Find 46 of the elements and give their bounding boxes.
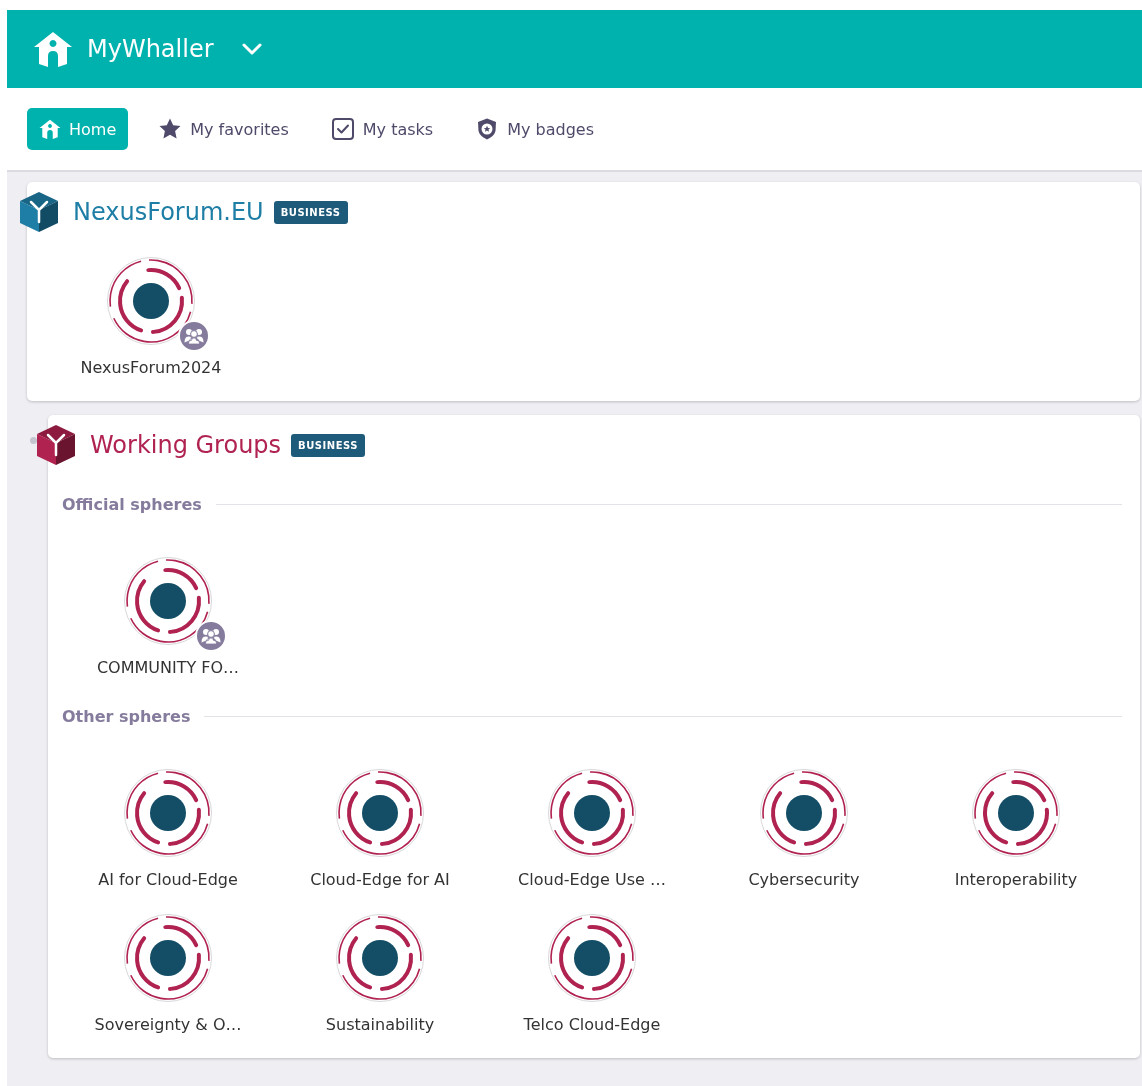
house-icon: [39, 119, 61, 139]
checkbox-icon: [330, 117, 355, 141]
sphere-logo-icon: [971, 768, 1061, 858]
sphere-logo-icon: [335, 768, 425, 858]
sphere-logo-icon: [547, 913, 637, 1003]
sphere-logo-icon: [123, 913, 213, 1003]
sphere-logo-icon: [759, 768, 849, 858]
sphere-name: Interoperability: [954, 870, 1078, 889]
sphere-item[interactable]: AI for Cloud-Edge: [62, 768, 274, 889]
star-icon: [158, 117, 183, 141]
organization-name[interactable]: NexusForum.EU: [73, 198, 264, 226]
section-title: Official spheres: [62, 495, 202, 514]
organization-name[interactable]: Working Groups: [90, 431, 282, 459]
business-tag: BUSINESS: [273, 200, 348, 224]
sphere-item[interactable]: COMMUNITY FO…: [62, 556, 274, 677]
sphere-name: Cybersecurity: [748, 870, 860, 889]
sphere-item[interactable]: NexusForum2024: [45, 256, 257, 377]
sphere-item[interactable]: Cybersecurity: [698, 768, 910, 889]
sphere-name: Sustainability: [325, 1015, 435, 1034]
sphere-logo-icon: [335, 913, 425, 1003]
chevron-down-icon[interactable]: [241, 43, 262, 55]
app-title: MyWhaller: [87, 35, 214, 63]
sphere-item[interactable]: Sustainability: [274, 913, 486, 1034]
nav-tab[interactable]: My tasks: [318, 106, 446, 152]
nav-tab[interactable]: My favorites: [146, 106, 301, 152]
section-title: Other spheres: [62, 707, 191, 726]
house-icon: [33, 31, 73, 67]
sphere-item[interactable]: Interoperability: [910, 768, 1122, 889]
sphere-name: Cloud-Edge for AI: [310, 870, 450, 889]
sphere-item[interactable]: Sovereignty & O…: [62, 913, 274, 1034]
business-tag: BUSINESS: [291, 433, 365, 457]
sphere-item[interactable]: Cloud-Edge Use …: [486, 768, 698, 889]
sphere-item[interactable]: Telco Cloud-Edge: [486, 913, 698, 1034]
bullet-dot: [30, 437, 37, 444]
sphere-name: COMMUNITY FO…: [96, 658, 240, 677]
sphere-logo-icon: [106, 256, 196, 346]
sphere-name: Sovereignty & O…: [94, 1015, 242, 1034]
nav-tab[interactable]: My badges: [463, 106, 606, 152]
sphere-name: Telco Cloud-Edge: [523, 1015, 661, 1034]
sphere-logo-icon: [123, 768, 213, 858]
sphere-logo-icon: [547, 768, 637, 858]
sphere-name: Cloud-Edge Use …: [518, 870, 666, 889]
sphere-logo-icon: [123, 556, 213, 646]
sphere-name: AI for Cloud-Edge: [98, 870, 238, 889]
sphere-name: NexusForum2024: [80, 358, 222, 377]
sphere-item[interactable]: Cloud-Edge for AI: [274, 768, 486, 889]
